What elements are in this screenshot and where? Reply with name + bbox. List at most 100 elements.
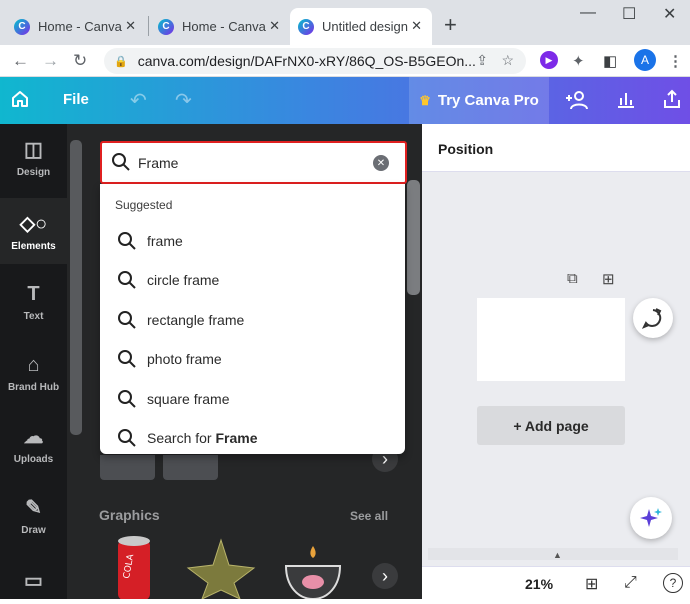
- search-for-term: Frame: [215, 430, 258, 446]
- suggestion-item[interactable]: frame: [117, 231, 183, 251]
- duplicate-page-icon[interactable]: ⧉: [567, 270, 578, 287]
- search-suggestions-dropdown: Suggested frame circle frame rectangle f…: [100, 184, 405, 454]
- browser-toolbar: ← → ↻ 🔒 canva.com/design/DAFrNX0-xRY/86Q…: [0, 45, 690, 77]
- chevron-right-icon[interactable]: ›: [372, 563, 398, 589]
- url-text: canva.com/design/DAFrNX0-xRY/86Q_OS-B5GE…: [137, 53, 476, 69]
- redo-icon[interactable]: ↷: [175, 88, 192, 113]
- design-page[interactable]: [477, 298, 625, 381]
- sidebar-item-elements[interactable]: ◇○ Elements: [0, 198, 67, 264]
- magic-sparkle-icon[interactable]: [630, 497, 672, 539]
- add-page-icon[interactable]: ⊞: [602, 270, 615, 288]
- suggestion-item[interactable]: photo frame: [117, 349, 222, 369]
- sidebar-item-label: Uploads: [13, 453, 54, 465]
- browser-menu-icon[interactable]: ⋮: [668, 52, 683, 70]
- suggestion-item[interactable]: square frame: [117, 389, 229, 409]
- add-page-button[interactable]: + Add page: [477, 406, 625, 445]
- minimize-button[interactable]: —: [580, 4, 596, 22]
- forward-arrow-icon[interactable]: →: [42, 51, 59, 71]
- comment-refresh-icon[interactable]: [633, 298, 673, 338]
- try-canva-pro-button[interactable]: ♛ Try Canva Pro: [409, 77, 549, 124]
- sidebar-item-design[interactable]: ◫ Design: [0, 124, 67, 190]
- editor-status-bar: 21% ⊞ ⤢ ?: [422, 566, 690, 599]
- suggestion-item[interactable]: rectangle frame: [117, 310, 244, 330]
- help-button[interactable]: ?: [663, 573, 683, 593]
- share-people-icon[interactable]: [566, 89, 590, 117]
- search-for-prefix: Search for: [147, 430, 212, 446]
- undo-icon[interactable]: ↶: [130, 88, 147, 113]
- lock-icon: 🔒: [114, 55, 128, 68]
- folder-icon: ▭: [24, 570, 43, 592]
- suggestion-label: rectangle frame: [147, 312, 245, 328]
- upload-share-icon[interactable]: [662, 89, 682, 115]
- search-icon: [118, 390, 136, 408]
- graphics-heading: Graphics: [99, 507, 160, 523]
- file-menu[interactable]: File: [63, 91, 89, 108]
- sidebar-item-text[interactable]: T Text: [0, 269, 67, 335]
- clear-search-icon[interactable]: ✕: [373, 155, 389, 171]
- text-icon: T: [27, 282, 40, 305]
- zoom-level[interactable]: 21%: [525, 576, 553, 592]
- sidebar-item-label: Brand Hub: [7, 381, 60, 393]
- elements-search-input[interactable]: Frame ✕: [100, 141, 407, 184]
- search-icon: [118, 311, 136, 329]
- back-arrow-icon[interactable]: ←: [12, 51, 29, 71]
- close-tab-icon[interactable]: ✕: [411, 18, 422, 34]
- browser-tab-1[interactable]: C Home - Canva ✕: [6, 8, 146, 45]
- search-icon: [118, 271, 136, 289]
- home-icon[interactable]: [10, 89, 30, 115]
- try-pro-label: Try Canva Pro: [437, 92, 539, 109]
- side-panel-icon[interactable]: ◧: [603, 52, 617, 70]
- scroll-up-arrow-icon[interactable]: ▲: [553, 550, 562, 560]
- close-tab-icon[interactable]: ✕: [125, 18, 136, 34]
- result-tile[interactable]: [163, 455, 218, 480]
- browser-tab-2[interactable]: C Home - Canva ✕: [150, 8, 290, 45]
- tab-title: Home - Canva: [182, 19, 266, 34]
- panel-scrollbar[interactable]: [70, 140, 82, 435]
- graphic-star[interactable]: [186, 538, 256, 600]
- editor-toolbar: Position: [422, 124, 690, 172]
- maximize-button[interactable]: ☐: [622, 4, 636, 24]
- sidebar-item-uploads[interactable]: ☁ Uploads: [0, 411, 67, 477]
- fullscreen-icon[interactable]: ⤢: [624, 574, 637, 592]
- sidebar-item-label: Elements: [11, 240, 56, 252]
- bookmark-star-icon[interactable]: ☆: [501, 52, 514, 69]
- layout-icon: ◫: [24, 138, 43, 161]
- suggestion-item[interactable]: circle frame: [117, 270, 219, 290]
- tab-title: Home - Canva: [38, 19, 122, 34]
- profile-avatar[interactable]: A: [634, 49, 656, 71]
- extension-play-icon[interactable]: ▶: [540, 51, 558, 69]
- sidebar-item-brand-hub[interactable]: ⌂ Brand Hub: [0, 340, 67, 406]
- tab-separator: [148, 16, 149, 36]
- graphic-candle[interactable]: [283, 546, 343, 601]
- see-all-link[interactable]: See all: [350, 509, 388, 523]
- canva-favicon-icon: C: [14, 18, 30, 35]
- pen-icon: ✎: [25, 496, 42, 519]
- result-tile[interactable]: [100, 455, 155, 480]
- grid-view-icon[interactable]: ⊞: [585, 574, 598, 594]
- insights-bar-chart-icon[interactable]: [616, 89, 636, 115]
- reload-icon[interactable]: ↻: [73, 51, 87, 71]
- left-sidebar: ◫ Design ◇○ Elements T Text ⌂ Brand Hub …: [0, 124, 67, 599]
- canva-favicon-icon: C: [298, 18, 314, 35]
- extensions-puzzle-icon[interactable]: ✦: [572, 52, 585, 70]
- suggestion-label: frame: [147, 233, 183, 249]
- search-icon: [118, 350, 136, 368]
- sidebar-item-draw[interactable]: ✎ Draw: [0, 482, 67, 548]
- address-bar[interactable]: 🔒 canva.com/design/DAFrNX0-xRY/86Q_OS-B5…: [104, 48, 526, 74]
- shapes-icon: ◇○: [19, 212, 48, 235]
- close-window-button[interactable]: ✕: [663, 4, 676, 24]
- search-icon: [118, 429, 136, 447]
- panel-inner-scrollbar[interactable]: [407, 180, 420, 295]
- browser-tab-strip: C Home - Canva ✕ C Home - Canva ✕ C Unti…: [0, 0, 690, 45]
- position-button[interactable]: Position: [438, 141, 493, 157]
- browser-tab-active[interactable]: C Untitled design ✕: [290, 8, 432, 45]
- sidebar-item-projects[interactable]: ▭: [0, 554, 67, 599]
- close-tab-icon[interactable]: ✕: [269, 18, 280, 34]
- search-icon: [118, 232, 136, 250]
- brand-icon: ⌂: [27, 353, 40, 376]
- tab-title: Untitled design: [322, 19, 408, 34]
- new-tab-button[interactable]: +: [444, 12, 457, 38]
- search-for-item[interactable]: Search for Frame: [117, 428, 258, 448]
- share-icon[interactable]: ⇪: [476, 52, 488, 69]
- graphic-soda-can[interactable]: COLA: [113, 534, 158, 600]
